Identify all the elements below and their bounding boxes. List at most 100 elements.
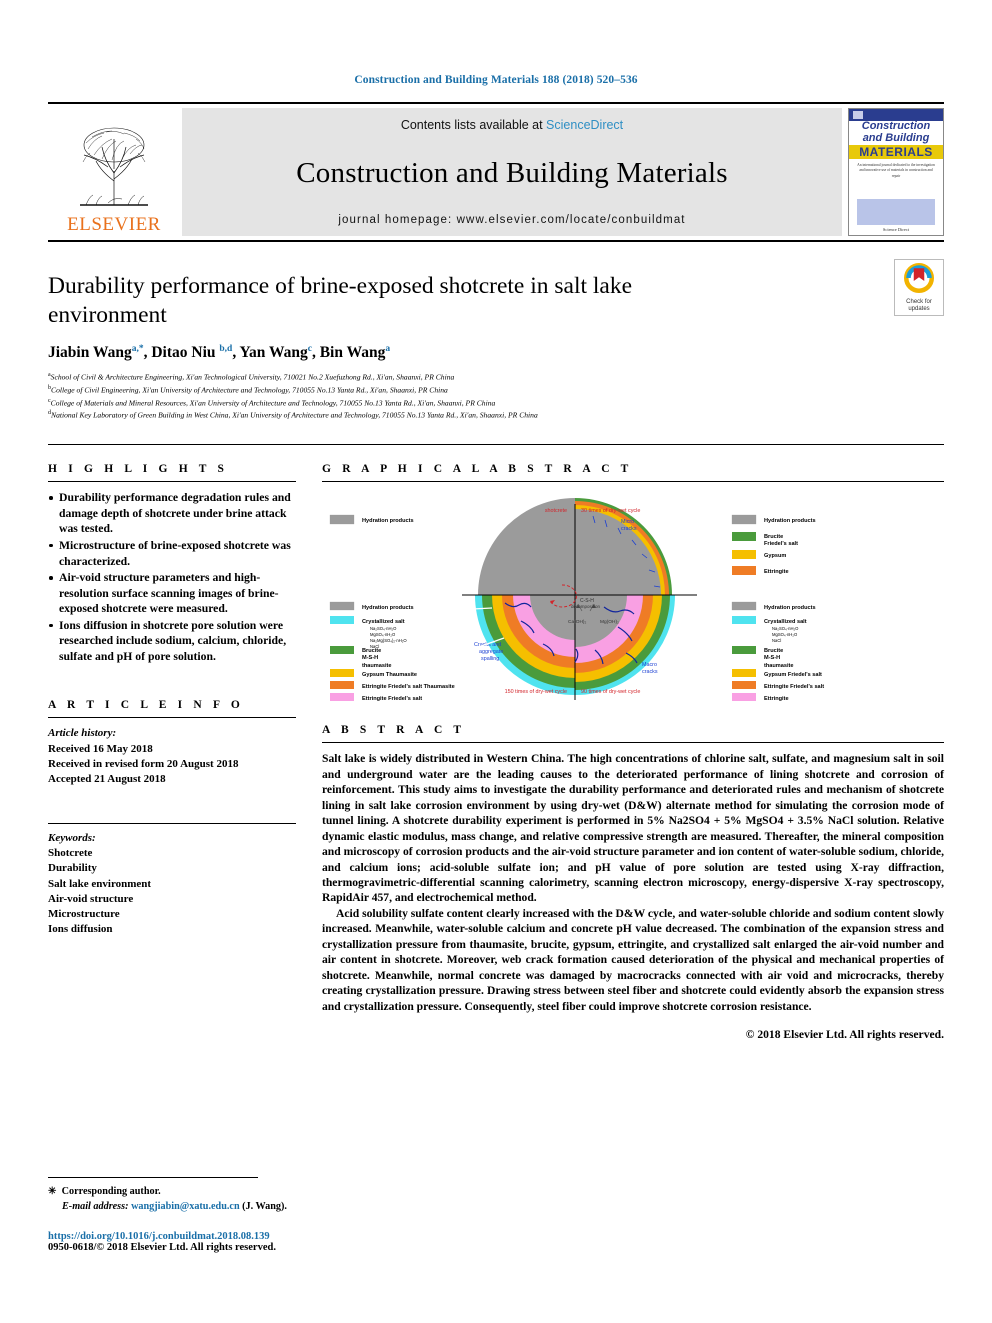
- affiliation-text: College of Civil Engineering, Xi'an Univ…: [51, 385, 448, 395]
- label-cracks-spalling-2: aggregate: [479, 649, 503, 655]
- legend-label: Gypsum Friedel's salt: [764, 672, 822, 678]
- legend-top-left: Hydration products: [329, 515, 414, 525]
- elsevier-wordmark: ELSEVIER: [67, 214, 161, 235]
- affiliation-text: National Key Laboratory of Green Buildin…: [51, 410, 538, 420]
- legend-label: Gypsum Thaumasite: [362, 672, 417, 678]
- author-affil-marker: b,d: [219, 343, 233, 354]
- highlights-list: Durability performance degradation rules…: [48, 490, 296, 664]
- article-info-divider: [48, 717, 296, 719]
- author-name: Yan Wang: [239, 343, 308, 361]
- legend-label: Hydration products: [764, 518, 816, 524]
- legend-swatch: [330, 669, 354, 678]
- legend-label: Brucite: [764, 534, 783, 540]
- legend-label: thaumasite: [764, 663, 794, 669]
- keywords-label: Keywords:: [48, 832, 96, 845]
- affiliation-item: bCollege of Civil Engineering, Xi'an Uni…: [48, 384, 944, 397]
- legend-label: Ettringite Friedel's salt: [362, 696, 422, 702]
- author-name: Bin Wang: [319, 343, 386, 361]
- elsevier-logo: ELSEVIER: [48, 108, 180, 236]
- abstract-divider: [322, 742, 944, 744]
- legend-label: Brucite: [362, 648, 381, 654]
- article-page: Construction and Building Materials 188 …: [0, 0, 992, 1323]
- keyword-item: Durability: [48, 862, 97, 875]
- author-name: Jiabin Wang: [48, 343, 132, 361]
- affiliation-item: cCollege of Materials and Mineral Resour…: [48, 397, 944, 410]
- legend-label: Crystallized salt: [362, 619, 405, 625]
- elsevier-tree-logo: [80, 127, 148, 206]
- legend-swatch: [732, 646, 756, 655]
- author-entry[interactable]: Ditao Niu b,d: [151, 344, 232, 361]
- legend-swatch: [330, 693, 354, 702]
- label-decomposition: decomposition: [571, 604, 601, 609]
- label-30-cycles: 30 times of dry-wet cycle: [581, 508, 640, 514]
- label-mg-oh: Mg(OH)₂: [600, 619, 619, 625]
- legend-swatch: [732, 616, 756, 625]
- email-label: E-mail address:: [62, 1201, 129, 1213]
- right-column: G R A P H I C A L A B S T R A C T C-S-H …: [322, 463, 944, 1041]
- article-info-heading: A R T I C L E I N F O: [48, 699, 244, 712]
- legend-swatch: [731, 515, 757, 525]
- cover-footer-text: Science Direct: [882, 227, 910, 232]
- label-shotcrete: shotcrete: [545, 508, 567, 514]
- author-list: Jiabin Wanga,*, Ditao Niu b,d, Yan Wangc…: [48, 343, 391, 361]
- list-item: Air-void structure parameters and high-r…: [48, 570, 296, 617]
- crossmark-line1: Check for: [906, 299, 932, 305]
- abstract-heading: A B S T R A C T: [322, 724, 466, 737]
- footnote-divider: [48, 1177, 258, 1179]
- page-footer: ✳ Corresponding author. E-mail address: …: [48, 1177, 648, 1253]
- legend-swatch: [732, 693, 756, 702]
- contents-available-line: Contents lists available at ScienceDirec…: [401, 118, 623, 132]
- author-affil-marker: c: [307, 343, 312, 354]
- doi-link[interactable]: https://doi.org/10.1016/j.conbuildmat.20…: [48, 1231, 648, 1242]
- legend-label: Hydration products: [362, 605, 414, 611]
- label-ca-oh: Ca(OH)₂: [568, 619, 587, 625]
- list-item: Ions diffusion in shotcrete pore solutio…: [48, 618, 296, 665]
- author-entry[interactable]: Yan Wangc: [240, 344, 312, 361]
- crossmark-badge[interactable]: Check for updates: [894, 259, 944, 316]
- corresponding-author-text: Corresponding author.: [61, 1186, 161, 1198]
- keywords-block: Keywords: Shotcrete Durability Salt lake…: [48, 831, 296, 937]
- affiliation-list: aSchool of Civil & Architecture Engineer…: [48, 371, 944, 422]
- article-history-block: Article history: Received 16 May 2018 Re…: [48, 726, 296, 787]
- legend-sublabel: NaCl: [772, 638, 781, 643]
- legend-label: thaumasite: [362, 663, 392, 669]
- author-entry[interactable]: Bin Wanga: [320, 344, 390, 361]
- author-entry[interactable]: Jiabin Wanga,*: [48, 344, 144, 361]
- graphical-abstract-diagram: C-S-H decomposition Ca(OH)₂ Mg(OH)₂ shot…: [329, 498, 824, 702]
- legend-sublabel: MgSO₄·nH₂O: [772, 632, 798, 637]
- cover-image-placeholder: [857, 199, 935, 225]
- sciencedirect-link[interactable]: ScienceDirect: [546, 118, 623, 132]
- legend-swatch: [329, 515, 355, 525]
- legend-label: Ettringite Friedel's salt: [764, 684, 824, 690]
- issn-copyright: 0950-0618/© 2018 Elsevier Ltd. All right…: [48, 1242, 276, 1253]
- masthead-center: Contents lists available at ScienceDirec…: [182, 108, 842, 236]
- highlights-heading: H I G H L I G H T S: [48, 463, 229, 476]
- email-link[interactable]: wangjiabin@xatu.edu.cn: [131, 1201, 240, 1212]
- cover-title-line2: and Building: [862, 131, 930, 144]
- crossmark-box[interactable]: Check for updates: [894, 259, 944, 316]
- legend-sublabel: Na₂SO₄·nH₂O: [370, 626, 397, 631]
- cover-top-band: [849, 109, 943, 121]
- abstract-copyright: © 2018 Elsevier Ltd. All rights reserved…: [745, 1028, 944, 1042]
- cover-blurb: An international journal dedicated to th…: [857, 163, 935, 178]
- keyword-item: Ions diffusion: [48, 923, 113, 936]
- contents-prefix: Contents lists available at: [400, 118, 547, 132]
- label-micro-cracks: Micro: [621, 519, 634, 525]
- page-title: Durability performance of brine-exposed …: [48, 273, 633, 328]
- legend-label: Friedel's salt: [764, 541, 798, 547]
- legend-swatch: [330, 646, 354, 655]
- left-column: H I G H L I G H T S Durability performan…: [48, 463, 296, 1041]
- journal-masthead: ELSEVIER Contents lists available at Sci…: [48, 102, 944, 242]
- journal-title: Construction and Building Materials: [296, 156, 728, 189]
- label-micro-cracks-2: cracks: [621, 526, 637, 532]
- journal-homepage-url[interactable]: journal homepage: www.elsevier.com/locat…: [338, 214, 685, 226]
- crossmark-label: Check for updates: [897, 299, 941, 313]
- content-columns: H I G H L I G H T S Durability performan…: [48, 444, 944, 1041]
- legend-label: Brucite: [764, 648, 783, 654]
- legend-top-right: Hydration products Brucite Friedel's sal…: [731, 515, 816, 576]
- keyword-item: Microstructure: [48, 907, 120, 920]
- keyword-item: Air-void structure: [48, 892, 134, 905]
- cover-title-line3: MATERIALS: [849, 145, 943, 160]
- history-received: Received 16 May 2018: [48, 742, 153, 755]
- email-owner: (J. Wang).: [242, 1201, 287, 1213]
